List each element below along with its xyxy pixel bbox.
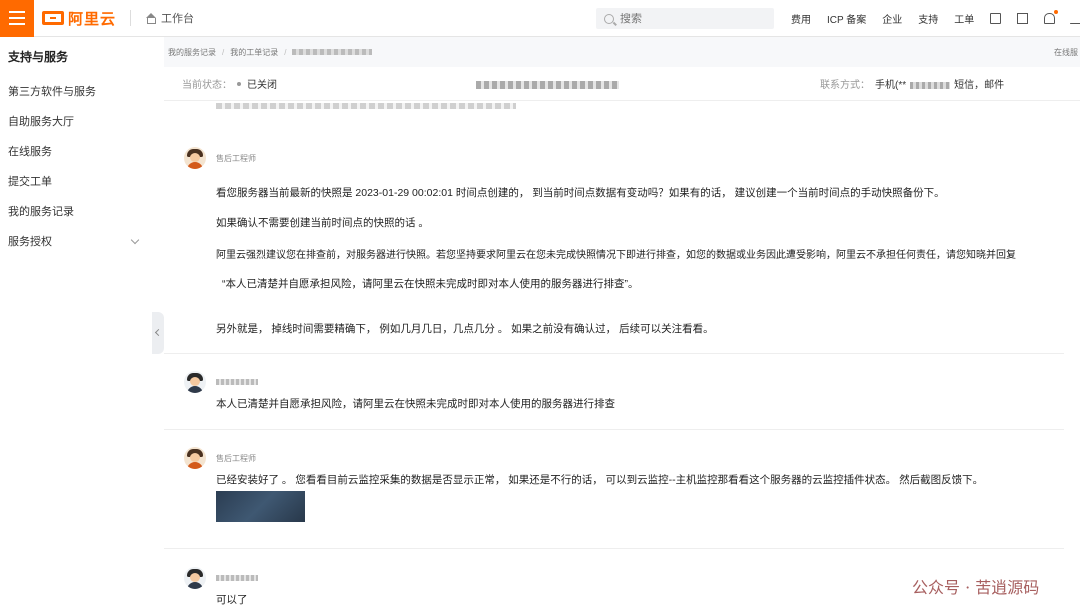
sidebar-item-third-party[interactable]: 第三方软件与服务 xyxy=(0,77,152,107)
screenshot-thumbnail[interactable] xyxy=(216,491,305,522)
top-nav: 费用 ICP 备案 企业 支持 工单 xyxy=(791,0,1080,37)
watermark-text: 公众号 · 苦逍源码 xyxy=(912,578,1040,597)
previous-message-partial xyxy=(216,103,516,109)
message-divider xyxy=(164,429,1064,430)
home-icon xyxy=(145,13,157,24)
sidebar: 支持与服务 第三方软件与服务 自助服务大厅 在线服务 提交工单 我的服务记录 服… xyxy=(0,37,152,607)
main-content: 我的服务记录 / 我的工单记录 / 在线服 当前状态： 已关闭 联系方式： 手机(… xyxy=(164,37,1080,607)
message-line: 可以了 xyxy=(216,594,248,606)
cart-icon[interactable] xyxy=(1070,13,1080,24)
sidebar-item-label: 服务授权 xyxy=(8,236,52,248)
sidebar-collapse-handle[interactable] xyxy=(152,312,164,354)
hamburger-menu-button[interactable] xyxy=(0,0,34,37)
search-input[interactable] xyxy=(620,12,770,25)
nav-fees[interactable]: 费用 xyxy=(791,11,811,26)
search-icon xyxy=(604,13,614,24)
phone-redacted xyxy=(910,81,951,89)
contact-label: 联系方式： xyxy=(820,80,870,91)
nav-support[interactable]: 支持 xyxy=(918,11,938,26)
nav-ticket[interactable]: 工单 xyxy=(954,11,974,26)
status-value: 已关闭 xyxy=(247,80,277,91)
sidebar-item-service-auth[interactable]: 服务授权 xyxy=(0,227,152,257)
breadcrumb-service-records[interactable]: 我的服务记录 xyxy=(168,47,216,58)
contact-phone: 手机(** xyxy=(875,80,907,91)
sidebar-item-submit-ticket[interactable]: 提交工单 xyxy=(0,167,152,197)
breadcrumb: 我的服务记录 / 我的工单记录 / 在线服 xyxy=(164,37,1080,67)
workbench-label: 工作台 xyxy=(161,13,195,25)
breadcrumb-ticket-records[interactable]: 我的工单记录 xyxy=(230,47,278,58)
status-dot-icon xyxy=(237,81,241,86)
ticket-title-redacted xyxy=(476,81,619,89)
message-line: 本人已清楚并自愿承担风险，请阿里云在快照未完成时即对本人使用的服务器进行排查 xyxy=(216,398,615,410)
sidebar-item-label: 提交工单 xyxy=(8,176,52,188)
breadcrumb-ticket-id-redacted xyxy=(292,49,373,55)
sidebar-item-label: 在线服务 xyxy=(8,146,52,158)
nav-enterprise[interactable]: 企业 xyxy=(882,11,902,26)
message-line: “本人已清楚并自愿承担风险，请阿里云在快照未完成时即对本人使用的服务器进行排查”… xyxy=(222,278,639,290)
aliyun-logo[interactable]: 阿里云 xyxy=(42,0,116,37)
sidebar-item-label: 第三方软件与服务 xyxy=(8,86,96,98)
breadcrumb-separator: / xyxy=(222,47,225,57)
top-bar: 阿里云 工作台 费用 ICP 备案 企业 支持 工单 xyxy=(0,0,1080,37)
sidebar-item-label: 自助服务大厅 xyxy=(8,116,74,128)
contact-info: 联系方式： 手机(** 短信，邮件 xyxy=(820,76,1004,91)
message-line: 已经安装好了 。 您看看目前云监控采集的数据是否显示正常， 如果还是不行的话， … xyxy=(216,474,984,486)
bell-icon[interactable] xyxy=(1044,10,1059,24)
ticket-status-bar: 当前状态： 已关闭 联系方式： 手机(** 短信，邮件 xyxy=(164,67,1080,101)
sidebar-title: 支持与服务 xyxy=(8,50,69,64)
terminal-icon[interactable] xyxy=(1017,13,1029,24)
message-line: 看您服务器当前最新的快照是 2023-01-29 00:02:01 时间点创建的… xyxy=(216,187,945,199)
logo-text: 阿里云 xyxy=(68,10,117,28)
user-name-redacted xyxy=(216,575,258,581)
user-avatar xyxy=(184,371,206,393)
message-divider xyxy=(164,353,1064,354)
contact-methods: 短信，邮件 xyxy=(954,80,1005,91)
sidebar-item-service-records[interactable]: 我的服务记录 xyxy=(0,197,152,227)
message-line: 阿里云强烈建议您在排查前，对服务器进行快照。若您坚持要求阿里云在您未完成快照情况… xyxy=(216,250,1016,261)
user-avatar xyxy=(184,567,206,589)
breadcrumb-separator: / xyxy=(284,47,287,57)
cloud-shell-icon[interactable] xyxy=(990,13,1002,24)
online-service-link[interactable]: 在线服 xyxy=(1054,47,1078,58)
aliyun-logo-icon xyxy=(42,11,64,25)
divider xyxy=(130,10,132,26)
message-sender: 售后工程师 xyxy=(216,154,256,163)
engineer-avatar xyxy=(184,447,206,469)
sidebar-item-online-service[interactable]: 在线服务 xyxy=(0,137,152,167)
message-divider xyxy=(164,548,1064,549)
sidebar-item-label: 我的服务记录 xyxy=(8,206,74,218)
status-label: 当前状态： xyxy=(182,80,232,91)
message-line: 如果确认不需要创建当前时间点的快照的话 。 xyxy=(216,217,429,229)
user-name-redacted xyxy=(216,379,258,385)
message-sender: 售后工程师 xyxy=(216,454,256,463)
nav-icp[interactable]: ICP 备案 xyxy=(827,11,866,26)
engineer-avatar xyxy=(184,147,206,169)
workbench-link[interactable]: 工作台 xyxy=(145,10,194,26)
search-box[interactable] xyxy=(596,8,774,29)
sidebar-item-self-service[interactable]: 自助服务大厅 xyxy=(0,107,152,137)
chevron-down-icon xyxy=(130,235,140,245)
message-line: 另外就是， 掉线时间需要精确下， 例如几月几日，几点几分 。 如果之前没有确认过… xyxy=(216,323,714,335)
